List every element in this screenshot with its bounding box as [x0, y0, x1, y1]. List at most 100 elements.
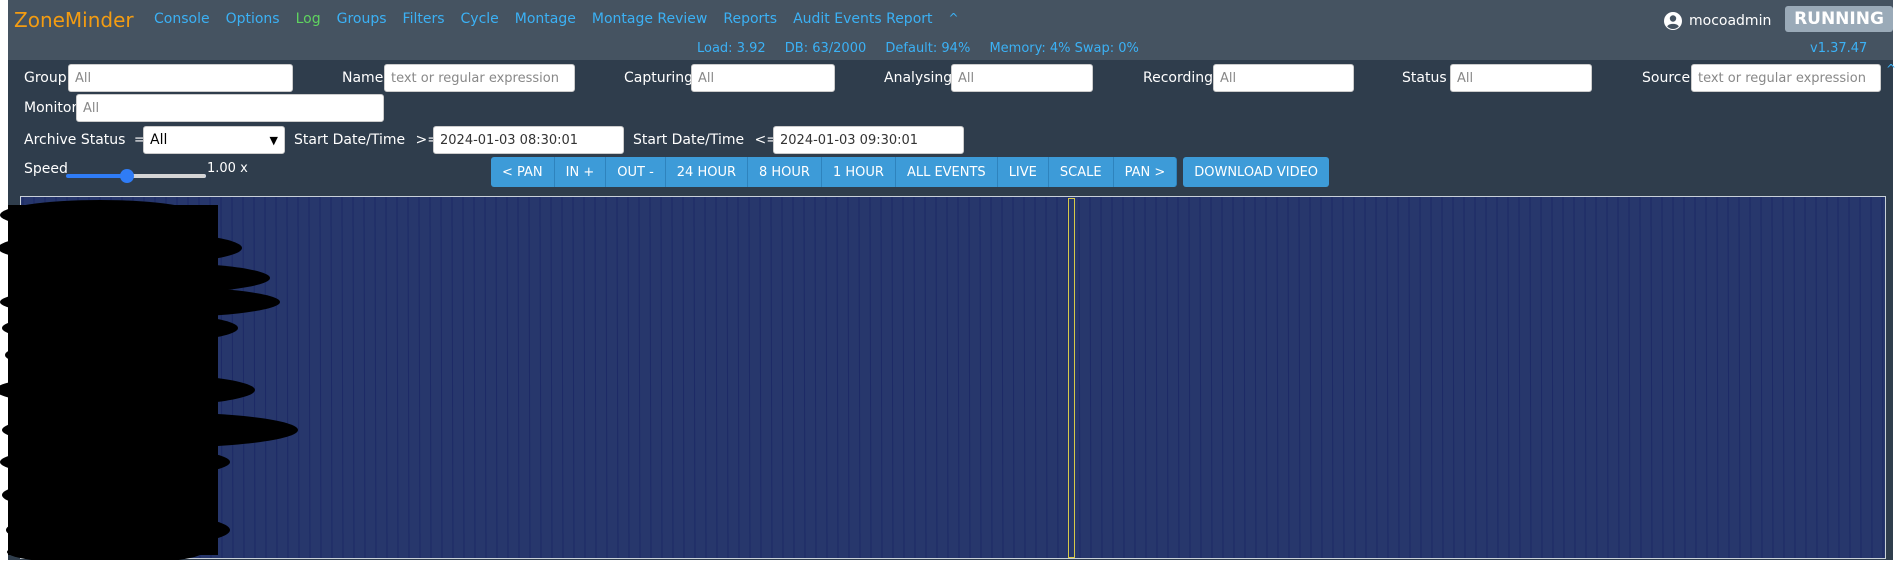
event-bar: [1617, 197, 1620, 558]
nav-audit-events-report[interactable]: Audit Events Report: [793, 11, 932, 27]
start-to-input[interactable]: [773, 126, 964, 154]
event-bar: [1375, 197, 1378, 558]
start-from-input[interactable]: [433, 126, 624, 154]
status-input[interactable]: [1450, 64, 1592, 92]
event-bar: [506, 197, 509, 558]
event-bar: [825, 197, 828, 558]
zoom-out-button[interactable]: OUT -: [606, 157, 666, 187]
state-button[interactable]: RUNNING: [1785, 6, 1893, 32]
range-8-hour-button[interactable]: 8 HOUR: [748, 157, 822, 187]
event-bar: [726, 197, 729, 558]
event-bar: [1760, 197, 1763, 558]
event-bar: [1496, 197, 1499, 558]
event-bar: [1309, 197, 1312, 558]
event-bar: [616, 197, 619, 558]
redaction-overlay: [0, 200, 298, 564]
event-bar: [319, 197, 322, 558]
collapse-header-icon[interactable]: ^: [1886, 62, 1896, 76]
nav-reports[interactable]: Reports: [723, 11, 777, 27]
range-1-hour-button[interactable]: 1 HOUR: [821, 157, 896, 187]
recording-input[interactable]: [1213, 64, 1354, 92]
event-bar: [572, 197, 575, 558]
nav-collapse-icon[interactable]: ^: [949, 11, 959, 27]
event-bar: [385, 197, 388, 558]
nav-montage-review[interactable]: Montage Review: [592, 11, 708, 27]
event-bar: [462, 197, 465, 558]
version-label: v1.37.47: [1810, 41, 1868, 56]
event-bar: [957, 197, 960, 558]
event-bar: [583, 197, 586, 558]
event-bar: [1606, 197, 1609, 558]
event-bar: [396, 197, 399, 558]
event-bar: [1199, 197, 1202, 558]
event-bar: [638, 197, 641, 558]
event-bar: [550, 197, 553, 558]
event-bar: [1331, 197, 1334, 558]
event-bar: [484, 197, 487, 558]
nav-cycle[interactable]: Cycle: [461, 11, 499, 27]
capturing-input[interactable]: [691, 64, 835, 92]
status-memory: Memory: 4% Swap: 0%: [989, 41, 1139, 56]
all-events-button[interactable]: ALL EVENTS: [895, 157, 998, 187]
event-bar: [990, 197, 993, 558]
event-bar: [814, 197, 817, 558]
nav-groups[interactable]: Groups: [337, 11, 387, 27]
event-bar: [1265, 197, 1268, 558]
event-bar: [671, 197, 674, 558]
event-bar: [1056, 197, 1059, 558]
zoom-in-button[interactable]: IN +: [554, 157, 607, 187]
event-bar: [759, 197, 762, 558]
status-default: Default: 94%: [885, 41, 971, 56]
event-bar: [330, 197, 333, 558]
nav-filters[interactable]: Filters: [403, 11, 445, 27]
event-bar: [495, 197, 498, 558]
event-bar: [660, 197, 663, 558]
username: mocoadmin: [1689, 13, 1772, 29]
event-bar: [891, 197, 894, 558]
nav-montage[interactable]: Montage: [515, 11, 576, 27]
event-bar: [1881, 197, 1884, 558]
source-input[interactable]: [1691, 64, 1881, 92]
event-bar: [1419, 197, 1422, 558]
event-bar: [363, 197, 366, 558]
event-bar: [1463, 197, 1466, 558]
event-bar: [924, 197, 927, 558]
event-bar: [605, 197, 608, 558]
event-bar: [418, 197, 421, 558]
event-bar: [792, 197, 795, 558]
download-video-button[interactable]: DOWNLOAD VIDEO: [1183, 157, 1330, 187]
scale-button[interactable]: SCALE: [1048, 157, 1114, 187]
live-button[interactable]: LIVE: [997, 157, 1049, 187]
system-status: Load: 3.92 DB: 63/2000 Default: 94% Memo…: [697, 41, 1154, 56]
event-bar: [1254, 197, 1257, 558]
event-bar: [847, 197, 850, 558]
range-24-hour-button[interactable]: 24 HOUR: [665, 157, 748, 187]
event-bar: [429, 197, 432, 558]
event-bar: [1342, 197, 1345, 558]
right-border: [1893, 0, 1901, 570]
status-label: Status: [1402, 70, 1447, 86]
timeline-time-cursor[interactable]: [1068, 198, 1075, 558]
event-bar: [781, 197, 784, 558]
event-bar: [1529, 197, 1532, 558]
event-bar: [440, 197, 443, 558]
event-bar: [902, 197, 905, 558]
user-menu[interactable]: mocoadmin: [1663, 11, 1771, 31]
event-bar: [1551, 197, 1554, 558]
event-bar: [1001, 197, 1004, 558]
page-bottom: [0, 560, 1901, 570]
capturing-label: Capturing: [624, 70, 694, 86]
event-bar: [968, 197, 971, 558]
event-bar: [1353, 197, 1356, 558]
event-bar: [1749, 197, 1752, 558]
pan-left-button[interactable]: < PAN: [491, 157, 555, 187]
event-bar: [715, 197, 718, 558]
name-input[interactable]: [384, 64, 575, 92]
event-bar: [1133, 197, 1136, 558]
pan-right-button[interactable]: PAN >: [1113, 157, 1178, 187]
event-bar: [1793, 197, 1796, 558]
event-bar: [1815, 197, 1818, 558]
event-bar: [946, 197, 949, 558]
event-bar: [682, 197, 685, 558]
analysing-input[interactable]: [951, 64, 1093, 92]
